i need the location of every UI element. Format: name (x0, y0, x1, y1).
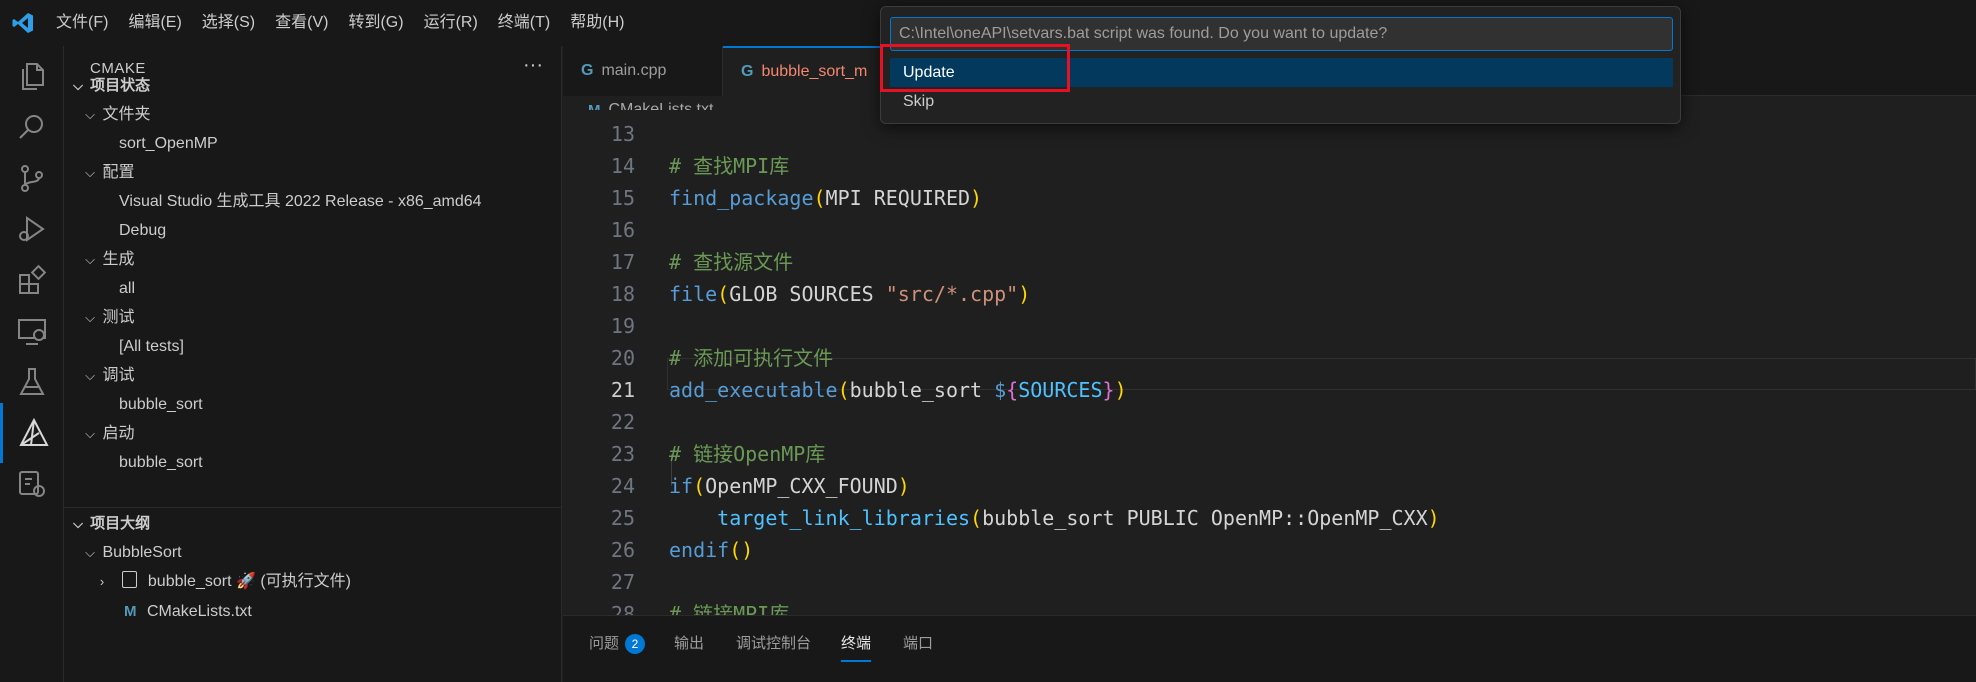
panel-tab-debug-console[interactable]: 调试控制台 (736, 632, 811, 662)
code-line: 16 # 查找源文件 (610, 218, 794, 274)
chevron-down-icon: ⌵ (85, 310, 95, 325)
menu-terminal[interactable]: 终端(T) (488, 0, 560, 46)
code-line-current: 21 (610, 378, 635, 402)
chevron-down-icon: ⌵ (73, 78, 83, 93)
code-editor[interactable]: 13 # 查找MPI库 14 find_package(MPI REQUIRED… (563, 110, 1976, 615)
vscode-logo-icon (0, 0, 46, 46)
section-project-outline[interactable]: ⌵ 项目大纲 (64, 509, 561, 538)
tree-item-cmakelists[interactable]: M CMakeLists.txt (64, 597, 561, 626)
cmake-file-icon: M (124, 603, 137, 620)
chevron-down-icon: ⌵ (73, 516, 83, 531)
section-divider (64, 507, 561, 508)
panel-tab-terminal[interactable]: 终端 (841, 632, 872, 662)
code-line: 22 # 链接OpenMP库 (610, 410, 826, 466)
cmake-settings-icon[interactable] (0, 454, 64, 514)
menu-help[interactable]: 帮助(H) (560, 0, 634, 46)
tree-item-kit[interactable]: Visual Studio 生成工具 2022 Release - x86_am… (64, 187, 561, 216)
chevron-down-icon: ⌵ (85, 368, 95, 383)
code-line: 25 endif() (563, 470, 1976, 562)
tree-item-build-type[interactable]: Debug (64, 216, 561, 245)
menu-view[interactable]: 查看(V) (265, 0, 338, 46)
chevron-down-icon: ⌵ (85, 252, 95, 267)
code-line: 19 # 添加可执行文件 (610, 314, 834, 370)
code-line: 24 target_link_libraries(bubble_sort PUB… (563, 438, 1976, 530)
tree-item-folder-value[interactable]: sort_OpenMP (64, 129, 561, 158)
tree-group-build[interactable]: ⌵ 生成 (64, 245, 561, 274)
code-line: 27 # 链接MPI库 (610, 570, 790, 615)
chevron-down-icon: ⌵ (85, 545, 95, 560)
bottom-panel: 问题 2 输出 调试控制台 终端 端口 (563, 615, 1976, 682)
chevron-down-icon: ⌵ (85, 165, 95, 180)
activity-bar (0, 46, 64, 682)
tab-main-cpp[interactable]: G main.cpp (563, 46, 723, 96)
tree-group-launch[interactable]: ⌵ 启动 (64, 419, 561, 448)
tree-group-config[interactable]: ⌵ 配置 (64, 158, 561, 187)
panel-tab-problems[interactable]: 问题 2 (589, 632, 646, 662)
executable-icon (122, 571, 138, 589)
code-line: 17 file(GLOB SOURCES "src/*.cpp") (563, 214, 1976, 306)
tree-item-tests[interactable]: [All tests] (64, 332, 561, 361)
code-line: 20 add_executable(bubble_sort ${SOURCES}… (563, 310, 1976, 402)
code-line: 23 if(OpenMP_CXX_FOUND) (563, 406, 1976, 498)
menu-selection[interactable]: 选择(S) (192, 0, 265, 46)
chevron-down-icon: ⌵ (85, 426, 95, 441)
cpp-file-icon: G (741, 63, 754, 80)
code-line: 18 (610, 282, 635, 306)
tree-item-debug-target[interactable]: bubble_sort (64, 390, 561, 419)
chevron-right-icon: › (99, 574, 105, 589)
panel-tab-output[interactable]: 输出 (674, 632, 704, 662)
tree-item-build-target[interactable]: all (64, 274, 561, 303)
tab-bubble-sort[interactable]: G bubble_sort_m (723, 46, 903, 96)
cpp-file-icon: G (581, 62, 594, 79)
menu-run[interactable]: 运行(R) (414, 0, 488, 46)
code-line: 15 (610, 186, 635, 210)
section-project-status[interactable]: ⌵ 项目状态 (64, 71, 561, 100)
panel-tab-ports[interactable]: 端口 (903, 632, 933, 662)
menu-edit[interactable]: 编辑(E) (118, 0, 191, 46)
problems-count-badge: 2 (625, 634, 646, 654)
menu-bar: 文件(F) 编辑(E) 选择(S) 查看(V) 转到(G) 运行(R) 终端(T… (46, 0, 634, 46)
annotation-highlight-box (880, 44, 1070, 92)
tree-group-test[interactable]: ⌵ 测试 (64, 303, 561, 332)
cmake-sidebar: CMAKE ··· ⌵ 项目状态 ⌵ 文件夹 sort_OpenMP ⌵ 配置 … (64, 46, 562, 682)
tree-item-project-root[interactable]: ⌵ BubbleSort (64, 538, 561, 567)
chevron-down-icon: ⌵ (85, 107, 95, 122)
tree-item-target[interactable]: › bubble_sort 🚀 (可执行文件) (64, 567, 561, 596)
tree-group-folder[interactable]: ⌵ 文件夹 (64, 100, 561, 129)
code-line: 28 if(MPI_CXX_FOUND) (610, 602, 635, 615)
code-line: 26 (610, 538, 635, 562)
menu-file[interactable]: 文件(F) (46, 0, 118, 46)
tree-group-debug[interactable]: ⌵ 调试 (64, 361, 561, 390)
menu-go[interactable]: 转到(G) (338, 0, 413, 46)
tree-item-launch-target[interactable]: bubble_sort (64, 448, 561, 477)
